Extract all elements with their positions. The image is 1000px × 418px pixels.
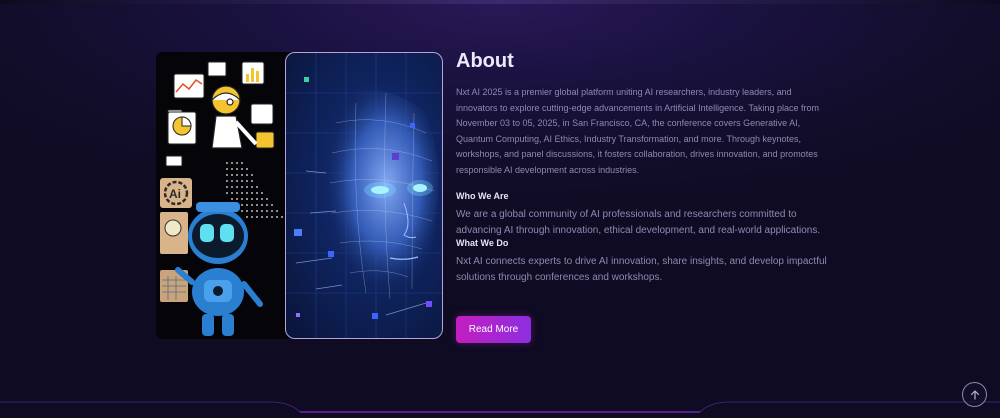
- what-we-do-heading: What We Do: [456, 238, 509, 248]
- arrow-up-icon: [970, 389, 979, 400]
- about-intro-paragraph: Nxt AI 2025 is a premier global platform…: [456, 87, 820, 175]
- ai-badge-text: Ai: [169, 187, 181, 201]
- section-title: About: [456, 50, 514, 72]
- top-border: [0, 0, 1000, 4]
- scroll-to-top-button[interactable]: [962, 382, 987, 407]
- bottom-decorative-wave: [0, 401, 1000, 413]
- what-we-do-text: Nxt AI connects experts to drive AI inno…: [456, 256, 827, 283]
- who-we-are-heading: Who We Are: [456, 191, 509, 201]
- about-section: About Nxt AI 2025 is a premier global pl…: [456, 48, 836, 343]
- who-we-are-text: We are a global community of AI professi…: [456, 209, 821, 236]
- ai-digital-face-illustration: [285, 52, 443, 339]
- read-more-button[interactable]: Read More: [456, 316, 531, 343]
- about-image-collage: Ai: [156, 52, 443, 339]
- robot-analytics-illustration: Ai: [156, 52, 296, 339]
